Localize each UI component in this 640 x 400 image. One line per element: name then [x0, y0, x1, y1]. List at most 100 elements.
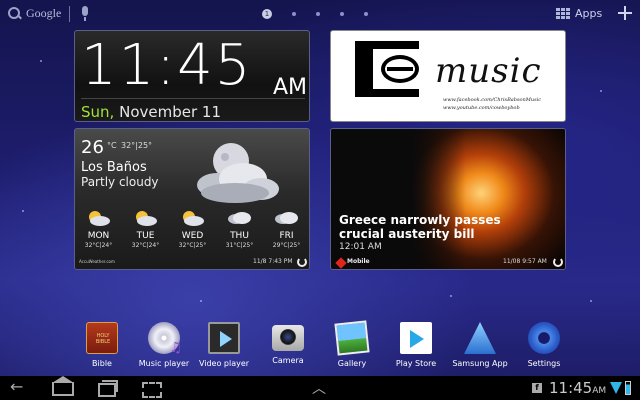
dock-app-label: Settings	[527, 359, 561, 368]
weather-refresh-icon[interactable]	[297, 257, 307, 267]
status-clock-ampm: AM	[592, 386, 607, 396]
dock-app-camera[interactable]: Camera	[256, 322, 320, 365]
news-widget[interactable]: Greece narrowly passes crucial austerity…	[330, 128, 566, 270]
dock-app-bible[interactable]: Bible	[70, 322, 134, 368]
dock-app-music-player[interactable]: Music player	[132, 322, 196, 368]
forecast-temps: 31°C|25°	[225, 242, 254, 249]
music-logo	[355, 41, 431, 97]
music-player-icon	[148, 322, 182, 356]
search-label: Google	[26, 6, 62, 20]
wallpaper-sparkle	[590, 300, 592, 302]
wallpaper-sparkle	[200, 300, 202, 302]
news-time: 12:01 AM	[339, 242, 382, 252]
partly-sunny-icon	[89, 211, 110, 226]
dock-app-gallery[interactable]: Gallery	[320, 320, 384, 368]
news-refresh-icon[interactable]	[553, 257, 563, 267]
weather-provider: AccuWeather.com	[79, 259, 115, 264]
cloudy-icon	[228, 212, 251, 224]
news-source: Mobile	[347, 258, 370, 265]
battery-icon	[625, 381, 631, 395]
page-dot[interactable]	[340, 12, 344, 16]
forecast-day: THU 31°C|25°	[216, 209, 263, 255]
cloudy-icon	[275, 212, 298, 224]
notification-icon[interactable]: f	[532, 383, 542, 393]
samsung-app-icon	[464, 322, 496, 354]
dock-app-label: Play Store	[395, 359, 437, 368]
camera-icon	[272, 325, 304, 351]
dock-app-play-store[interactable]: Play Store	[384, 322, 448, 368]
weather-condition: Partly cloudy	[81, 175, 159, 189]
apps-label: Apps	[575, 7, 603, 20]
music-photo-widget[interactable]: music www.facebook.com/ChrisBabsonMusic …	[330, 30, 566, 122]
partly-sunny-icon	[183, 211, 204, 226]
chevron-up-icon[interactable]	[308, 378, 332, 398]
play-store-icon	[400, 322, 432, 354]
page-dot[interactable]	[292, 12, 296, 16]
forecast-day: TUE 32°C|24°	[122, 209, 169, 255]
clock-widget[interactable]: 11:45 AM Sun, November 11	[74, 30, 310, 122]
dock-app-label: Camera	[272, 356, 304, 365]
status-clock[interactable]: 11:45AM	[549, 379, 606, 397]
apps-button[interactable]: Apps	[556, 7, 602, 20]
weather-temperature: 26	[81, 137, 104, 158]
wallpaper-sparkle	[600, 90, 602, 92]
forecast-temps: 32°C|24°	[84, 242, 113, 249]
page-dot[interactable]	[364, 12, 368, 16]
dock-app-label: Samsung App	[452, 359, 508, 368]
clock-time: 11:45	[81, 33, 253, 98]
status-clock-time: 11:45	[549, 379, 593, 397]
forecast-day: WED 32°C|25°	[169, 209, 216, 255]
clock-ampm: AM	[273, 75, 308, 100]
forecast-day-name: FRI	[279, 231, 294, 241]
wallpaper-sparkle	[450, 295, 452, 297]
music-facebook-url: www.facebook.com/ChrisBabsonMusic	[443, 97, 542, 103]
settings-icon	[528, 322, 560, 354]
dock-app-label: Music player	[138, 359, 190, 368]
screenshot-icon[interactable]	[140, 380, 164, 398]
clock-day: Sun,	[81, 103, 115, 121]
top-bar: Google 1 Apps	[0, 0, 640, 28]
page-dot[interactable]	[316, 12, 320, 16]
weather-city: Los Baños	[81, 160, 147, 175]
google-search-button[interactable]: Google	[8, 6, 61, 21]
news-headline: Greece narrowly passes crucial austerity…	[339, 213, 501, 241]
dock-app-label: Bible	[92, 359, 112, 368]
news-updated-time: 11/08 9:57 AM	[503, 258, 547, 265]
forecast-day-name: THU	[230, 231, 249, 241]
partly-cloudy-night-icon	[197, 143, 279, 203]
back-icon[interactable]	[10, 377, 34, 396]
forecast-temps: 32°C|25°	[178, 242, 207, 249]
forecast-day: MON 32°C|24°	[75, 209, 122, 255]
forecast-temps: 29°C|25°	[272, 242, 301, 249]
dock-app-label: Gallery	[337, 359, 367, 368]
clock-date: Sun, November 11	[81, 103, 221, 121]
forecast-temps: 32°C|24°	[131, 242, 160, 249]
news-source-icon	[335, 257, 347, 269]
music-youtube-url: www.youtube.com/cowboybob	[443, 105, 520, 111]
forecast-day-name: MON	[87, 231, 110, 241]
dock-app-samsung-app[interactable]: Samsung App	[448, 322, 512, 368]
wifi-icon	[610, 382, 622, 394]
wallpaper-sparkle	[22, 210, 24, 212]
weather-unit: °C	[107, 141, 117, 150]
news-photo	[411, 129, 565, 269]
clock-divider	[81, 98, 305, 99]
apps-grid-icon	[556, 7, 570, 20]
dock-app-video-player[interactable]: Video player	[192, 322, 256, 368]
clock-date-text: November 11	[119, 103, 221, 121]
dock-app-settings[interactable]: Settings	[512, 322, 576, 368]
wallpaper-sparkle	[40, 60, 42, 62]
microphone-icon[interactable]	[80, 6, 90, 22]
weather-widget[interactable]: 26 °C 32°|25° Los Baños Partly cloudy MO…	[74, 128, 310, 270]
weather-forecast: MON 32°C|24° TUE 32°C|24° WED 32°C|25° T…	[75, 209, 309, 255]
weather-updated-time: 11/8 7:43 PM	[253, 258, 293, 265]
gallery-icon	[334, 320, 370, 356]
forecast-day-name: TUE	[136, 231, 155, 241]
home-icon[interactable]	[50, 376, 74, 396]
recent-apps-icon[interactable]	[96, 380, 120, 397]
bible-icon	[86, 322, 118, 354]
add-icon[interactable]	[618, 6, 632, 20]
search-icon	[8, 6, 22, 21]
page-dot-active[interactable]: 1	[262, 9, 272, 19]
dock-app-label: Video player	[198, 359, 250, 368]
